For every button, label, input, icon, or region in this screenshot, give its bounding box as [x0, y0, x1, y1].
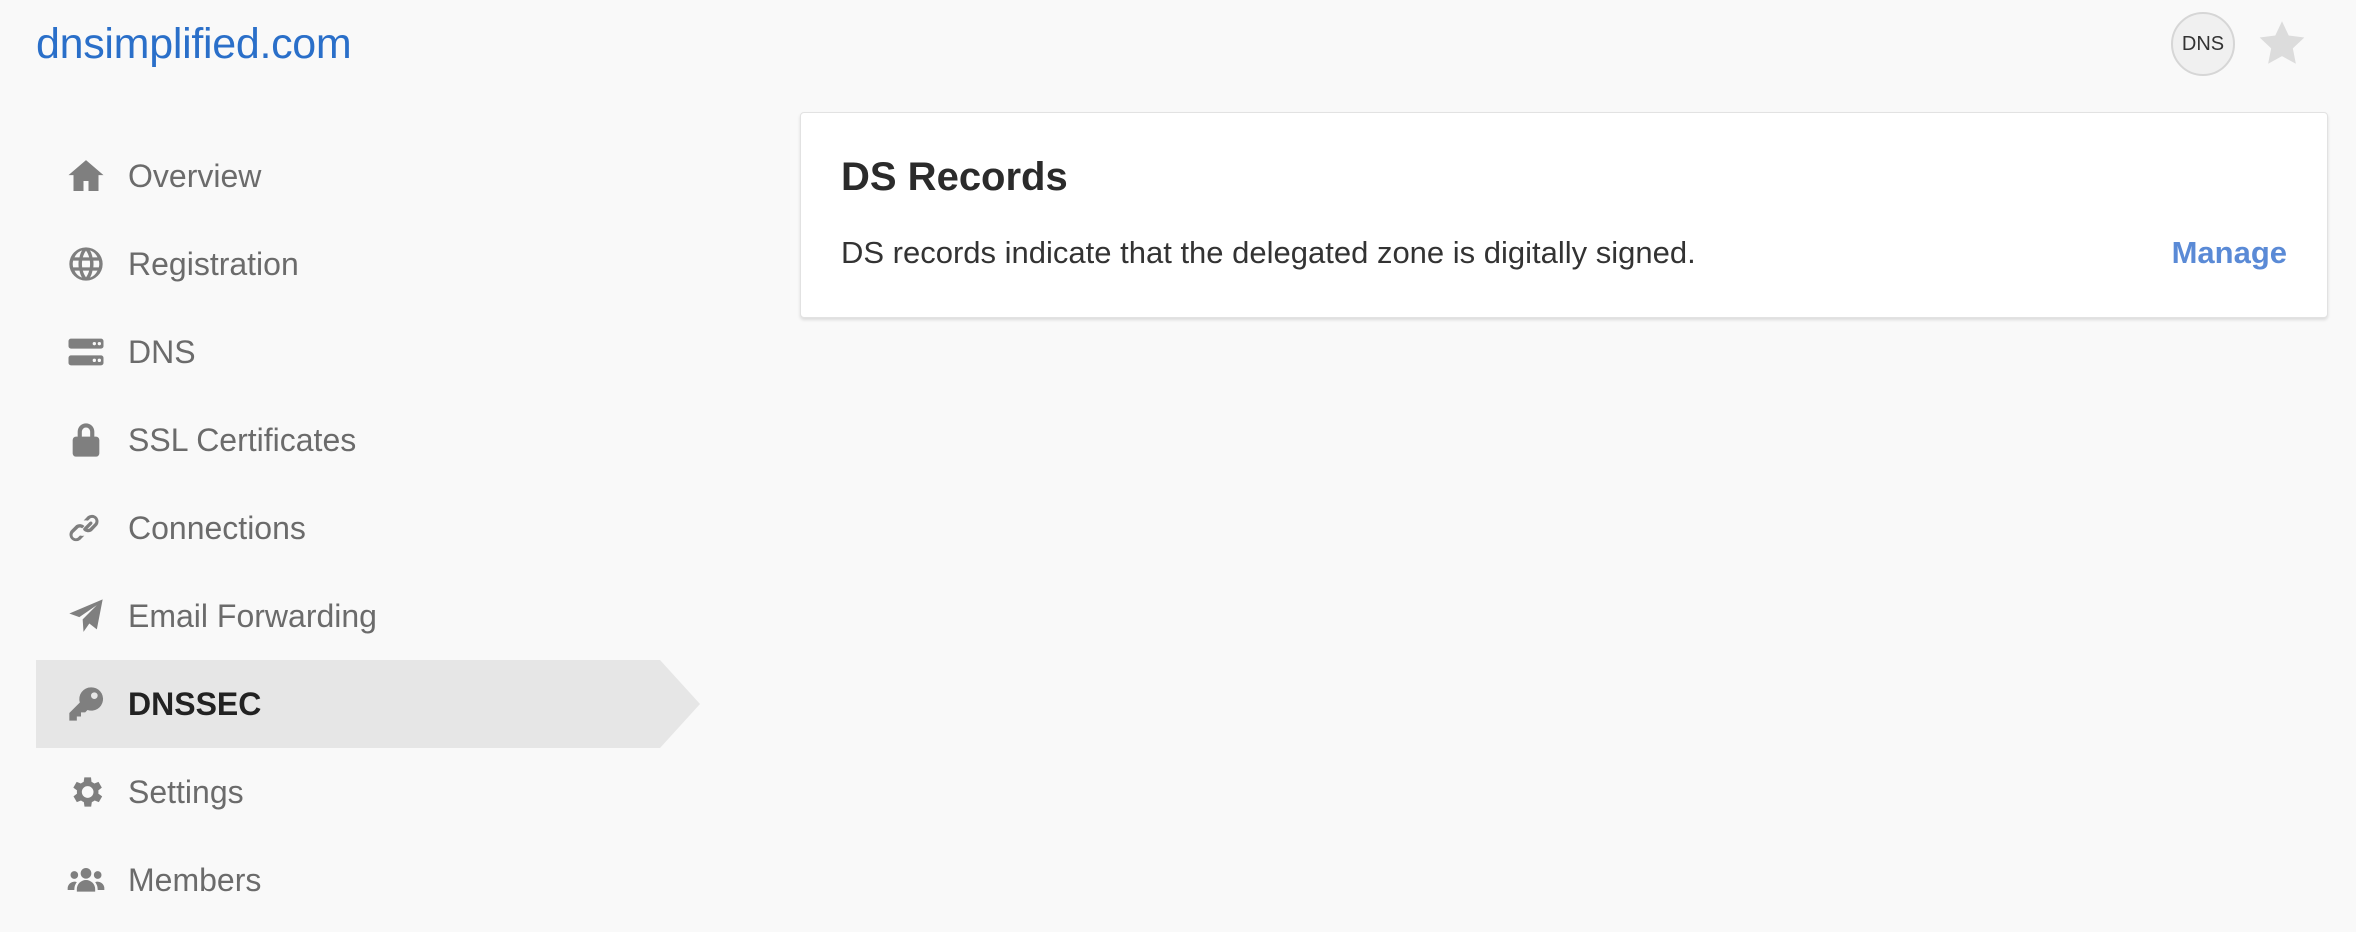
- sidebar-item-label: DNS: [128, 333, 196, 370]
- star-icon[interactable]: [2256, 18, 2308, 70]
- globe-icon: [64, 242, 108, 286]
- card-title: DS Records: [841, 155, 1068, 199]
- sidebar-item-settings[interactable]: Settings: [36, 748, 700, 836]
- sidebar-nav: Overview Registration DNS SSL Certificat…: [36, 132, 700, 924]
- sidebar-item-members[interactable]: Members: [36, 836, 700, 924]
- link-icon: [64, 506, 108, 550]
- sidebar-item-overview[interactable]: Overview: [36, 132, 700, 220]
- paper-plane-icon: [64, 594, 108, 638]
- sidebar-item-label: Members: [128, 861, 262, 898]
- manage-link[interactable]: Manage: [2172, 235, 2287, 271]
- lock-icon: [64, 418, 108, 462]
- sidebar-item-label: SSL Certificates: [128, 421, 357, 458]
- sidebar-item-registration[interactable]: Registration: [36, 220, 700, 308]
- home-icon: [64, 154, 108, 198]
- server-icon: [64, 330, 108, 374]
- sidebar-item-label: Settings: [128, 773, 244, 810]
- sidebar-item-dnssec[interactable]: DNSSEC: [36, 660, 700, 748]
- brand-logo-link[interactable]: dnsimplified.com: [36, 20, 352, 69]
- sidebar-item-label: Connections: [128, 509, 306, 546]
- card-description: DS records indicate that the delegated z…: [841, 235, 1696, 270]
- sidebar-item-label: Overview: [128, 157, 262, 194]
- account-avatar[interactable]: DNS: [2171, 12, 2235, 76]
- sidebar-item-ssl-certificates[interactable]: SSL Certificates: [36, 396, 700, 484]
- sidebar-item-email-forwarding[interactable]: Email Forwarding: [36, 572, 700, 660]
- sidebar-item-label: DNSSEC: [128, 685, 262, 722]
- key-icon: [64, 682, 108, 726]
- sidebar-item-label: Registration: [128, 245, 299, 282]
- gear-icon: [64, 770, 108, 814]
- users-icon: [64, 858, 108, 902]
- header: dnsimplified.com DNS: [0, 0, 2356, 90]
- sidebar-item-connections[interactable]: Connections: [36, 484, 700, 572]
- ds-records-card: DS Records DS records indicate that the …: [800, 112, 2328, 318]
- sidebar-item-dns[interactable]: DNS: [36, 308, 700, 396]
- sidebar-item-label: Email Forwarding: [128, 597, 377, 634]
